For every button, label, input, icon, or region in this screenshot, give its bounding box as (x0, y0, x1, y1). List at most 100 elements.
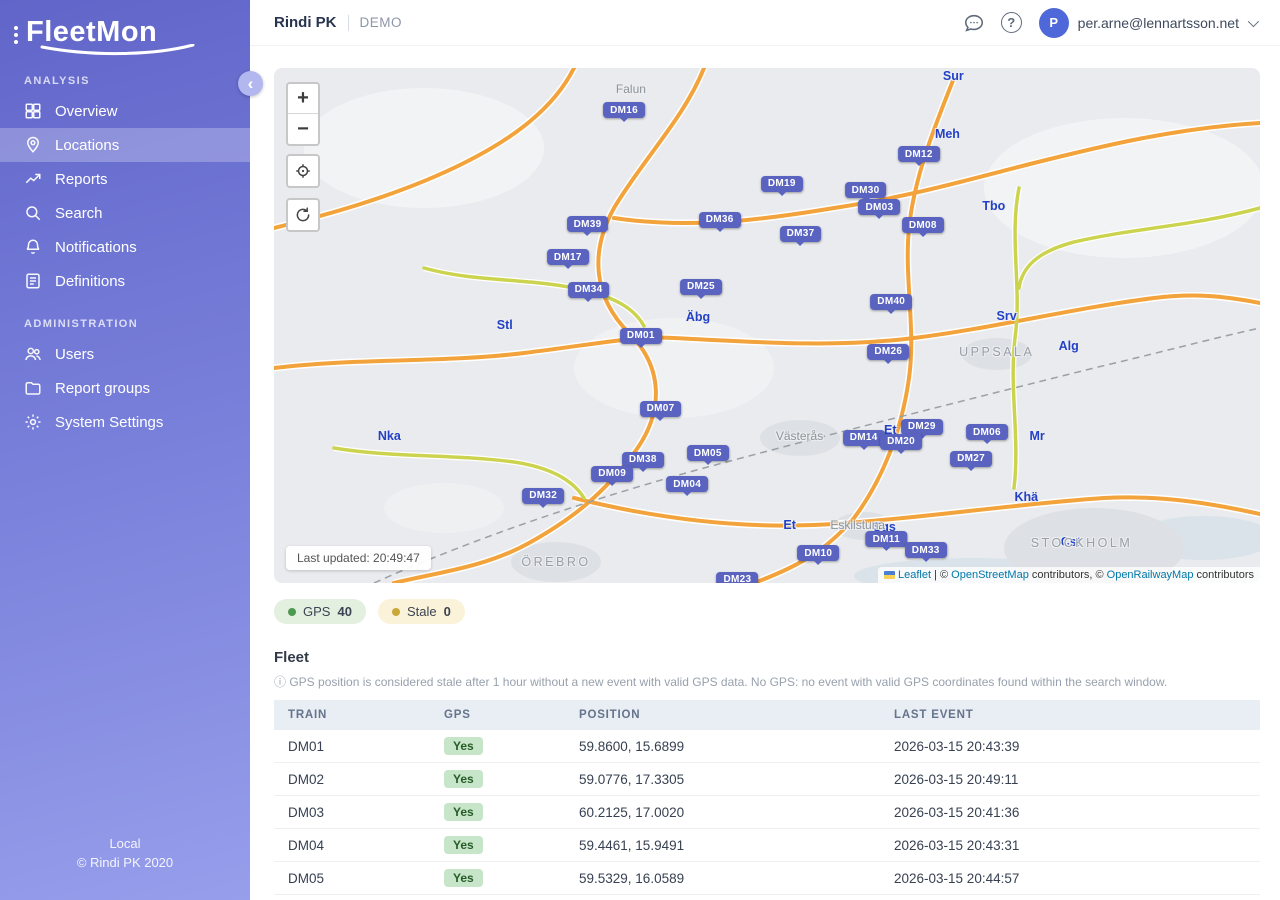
train-marker-dm03[interactable]: DM03 (858, 199, 900, 215)
gps-cell: Yes (430, 862, 565, 895)
help-button[interactable] (1001, 12, 1023, 34)
train-marker-dm14[interactable]: DM14 (843, 430, 885, 446)
locate-button[interactable] (288, 156, 318, 186)
train-cell: DM02 (274, 763, 430, 796)
map-canvas[interactable]: SurMehTboStlÄbgSrvAlgNkaEtMrKhäEtSgsCstF… (274, 68, 1260, 583)
fleet-table-row: DM03 Yes 60.2125, 17.00202026-03-15 20:41:… (274, 796, 1260, 829)
stale-status-badge: Stale 0 (378, 599, 465, 624)
report-groups-icon (24, 379, 42, 397)
openstreetmap-link[interactable]: OpenStreetMap (951, 569, 1029, 581)
sidebar-item-locations[interactable]: Locations (0, 128, 250, 162)
map-place-label: Sur (943, 69, 964, 83)
map-place-label: Stl (497, 318, 513, 332)
feedback-button[interactable] (963, 12, 985, 34)
zoom-out-button[interactable]: − (288, 114, 318, 144)
sidebar-item-search[interactable]: Search (0, 196, 250, 230)
stale-badge-label: Stale (407, 604, 437, 619)
sidebar-item-notifications[interactable]: Notifications (0, 230, 250, 264)
attribution-text: © (940, 569, 951, 581)
last-event-cell: 2026-03-15 20:49:11 (880, 763, 1260, 796)
train-marker-dm34[interactable]: DM34 (568, 282, 610, 298)
fleet-section-title: Fleet (274, 649, 1280, 666)
logo-dots-icon (14, 26, 18, 30)
gps-cell: Yes (430, 829, 565, 862)
train-marker-dm01[interactable]: DM01 (620, 328, 662, 344)
gps-yes-badge: Yes (444, 869, 483, 887)
train-marker-dm19[interactable]: DM19 (761, 176, 803, 192)
fleet-table-row: DM04Yes59.4461, 15.94912026-03-15 20:43:… (274, 829, 1260, 862)
map-place-label: Eskilstuna (830, 518, 885, 532)
nav-section-label: ANALYSIS (24, 75, 226, 87)
zoom-in-button[interactable]: + (288, 84, 318, 114)
avatar: P (1039, 8, 1069, 38)
map-place-label: Srv (997, 309, 1017, 323)
sidebar-item-system-settings[interactable]: System Settings (0, 405, 250, 439)
fleet-table-row: Yes (274, 895, 1260, 897)
train-marker-dm39[interactable]: DM39 (567, 216, 609, 232)
train-cell: DM03 (274, 796, 430, 829)
map-place-label: Meh (935, 127, 960, 141)
sidebar-item-report-groups[interactable]: Report groups (0, 371, 250, 405)
users-icon (24, 345, 42, 363)
train-marker-dm32[interactable]: DM32 (522, 488, 564, 504)
train-marker-dm07[interactable]: DM07 (640, 401, 682, 417)
title-divider (348, 15, 349, 31)
train-marker-dm16[interactable]: DM16 (603, 102, 645, 118)
position-cell: 59.0776, 17.3305 (565, 763, 880, 796)
sidebar-item-label: Locations (55, 137, 119, 154)
train-marker-dm08[interactable]: DM08 (902, 217, 944, 233)
status-badges: GPS 40 Stale 0 (274, 599, 1280, 624)
user-menu[interactable]: P per.arne@lennartsson.net (1039, 8, 1256, 38)
train-marker-dm26[interactable]: DM26 (867, 344, 909, 360)
train-marker-dm12[interactable]: DM12 (898, 146, 940, 162)
train-marker-dm30[interactable]: DM30 (845, 182, 887, 198)
fleet-table: TRAINGPSPOSITIONLAST EVENT DM01Yes59.860… (274, 700, 1260, 896)
sidebar-item-reports[interactable]: Reports (0, 162, 250, 196)
sidebar-item-users[interactable]: Users (0, 337, 250, 371)
map-last-updated: Last updated: 20:49:47 (286, 546, 431, 570)
train-marker-dm37[interactable]: DM37 (780, 226, 822, 242)
train-marker-dm09[interactable]: DM09 (591, 466, 633, 482)
train-marker-dm27[interactable]: DM27 (950, 451, 992, 467)
sidebar-nav: ANALYSIS Overview Locations ReportsSearch No… (0, 75, 250, 439)
train-marker-dm11[interactable]: DM11 (866, 531, 907, 547)
train-marker-dm10[interactable]: DM10 (797, 545, 839, 561)
last-event-cell: 2026-03-15 20:43:31 (880, 829, 1260, 862)
ukraine-flag-icon (884, 571, 895, 579)
sidebar: FleetMon ANALYSISOverviewLocationsReport… (0, 0, 250, 900)
train-marker-dm06[interactable]: DM06 (966, 424, 1008, 440)
gps-yes-badge: Yes (444, 770, 483, 788)
sidebar-footer: Local © Rindi PK 2020 (0, 834, 250, 872)
train-marker-dm20[interactable]: DM20 (880, 434, 922, 450)
train-marker-dm40[interactable]: DM40 (870, 294, 912, 310)
sidebar-item-label: Report groups (55, 380, 150, 397)
train-marker-dm23[interactable]: DM23 (716, 572, 758, 583)
settings-icon (24, 413, 42, 431)
train-marker-dm29[interactable]: DM29 (901, 419, 943, 435)
sidebar-collapse-button[interactable] (238, 71, 263, 96)
crosshair-icon (294, 162, 312, 180)
train-marker-dm33[interactable]: DM33 (905, 542, 947, 558)
train-marker-dm04[interactable]: DM04 (666, 476, 708, 492)
position-cell: 60.2125, 17.0020 (565, 796, 880, 829)
gps-yes-badge: Yes (444, 803, 483, 821)
sidebar-item-overview[interactable]: Overview (0, 94, 250, 128)
openrailwaymap-link[interactable]: OpenRailwayMap (1107, 569, 1194, 581)
last-event-cell: 2026-03-15 20:41:36 (880, 796, 1260, 829)
sidebar-item-definitions[interactable]: Definitions (0, 264, 250, 298)
train-marker-dm36[interactable]: DM36 (699, 212, 741, 228)
sidebar-item-label: Notifications (55, 239, 137, 256)
train-marker-dm05[interactable]: DM05 (687, 445, 729, 461)
locate-control (286, 154, 320, 188)
train-marker-dm17[interactable]: DM17 (547, 249, 589, 265)
leaflet-link[interactable]: Leaflet (898, 569, 931, 581)
attribution-text: contributors (1193, 569, 1254, 581)
train-marker-dm25[interactable]: DM25 (680, 279, 722, 295)
stale-dot-icon (392, 608, 400, 616)
sidebar-item-label: System Settings (55, 414, 163, 431)
position-cell: 59.4461, 15.9491 (565, 829, 880, 862)
map-place-label: Nka (378, 429, 401, 443)
refresh-button[interactable] (288, 200, 318, 230)
notifications-icon (24, 238, 42, 256)
gps-cell: Yes (430, 796, 565, 829)
